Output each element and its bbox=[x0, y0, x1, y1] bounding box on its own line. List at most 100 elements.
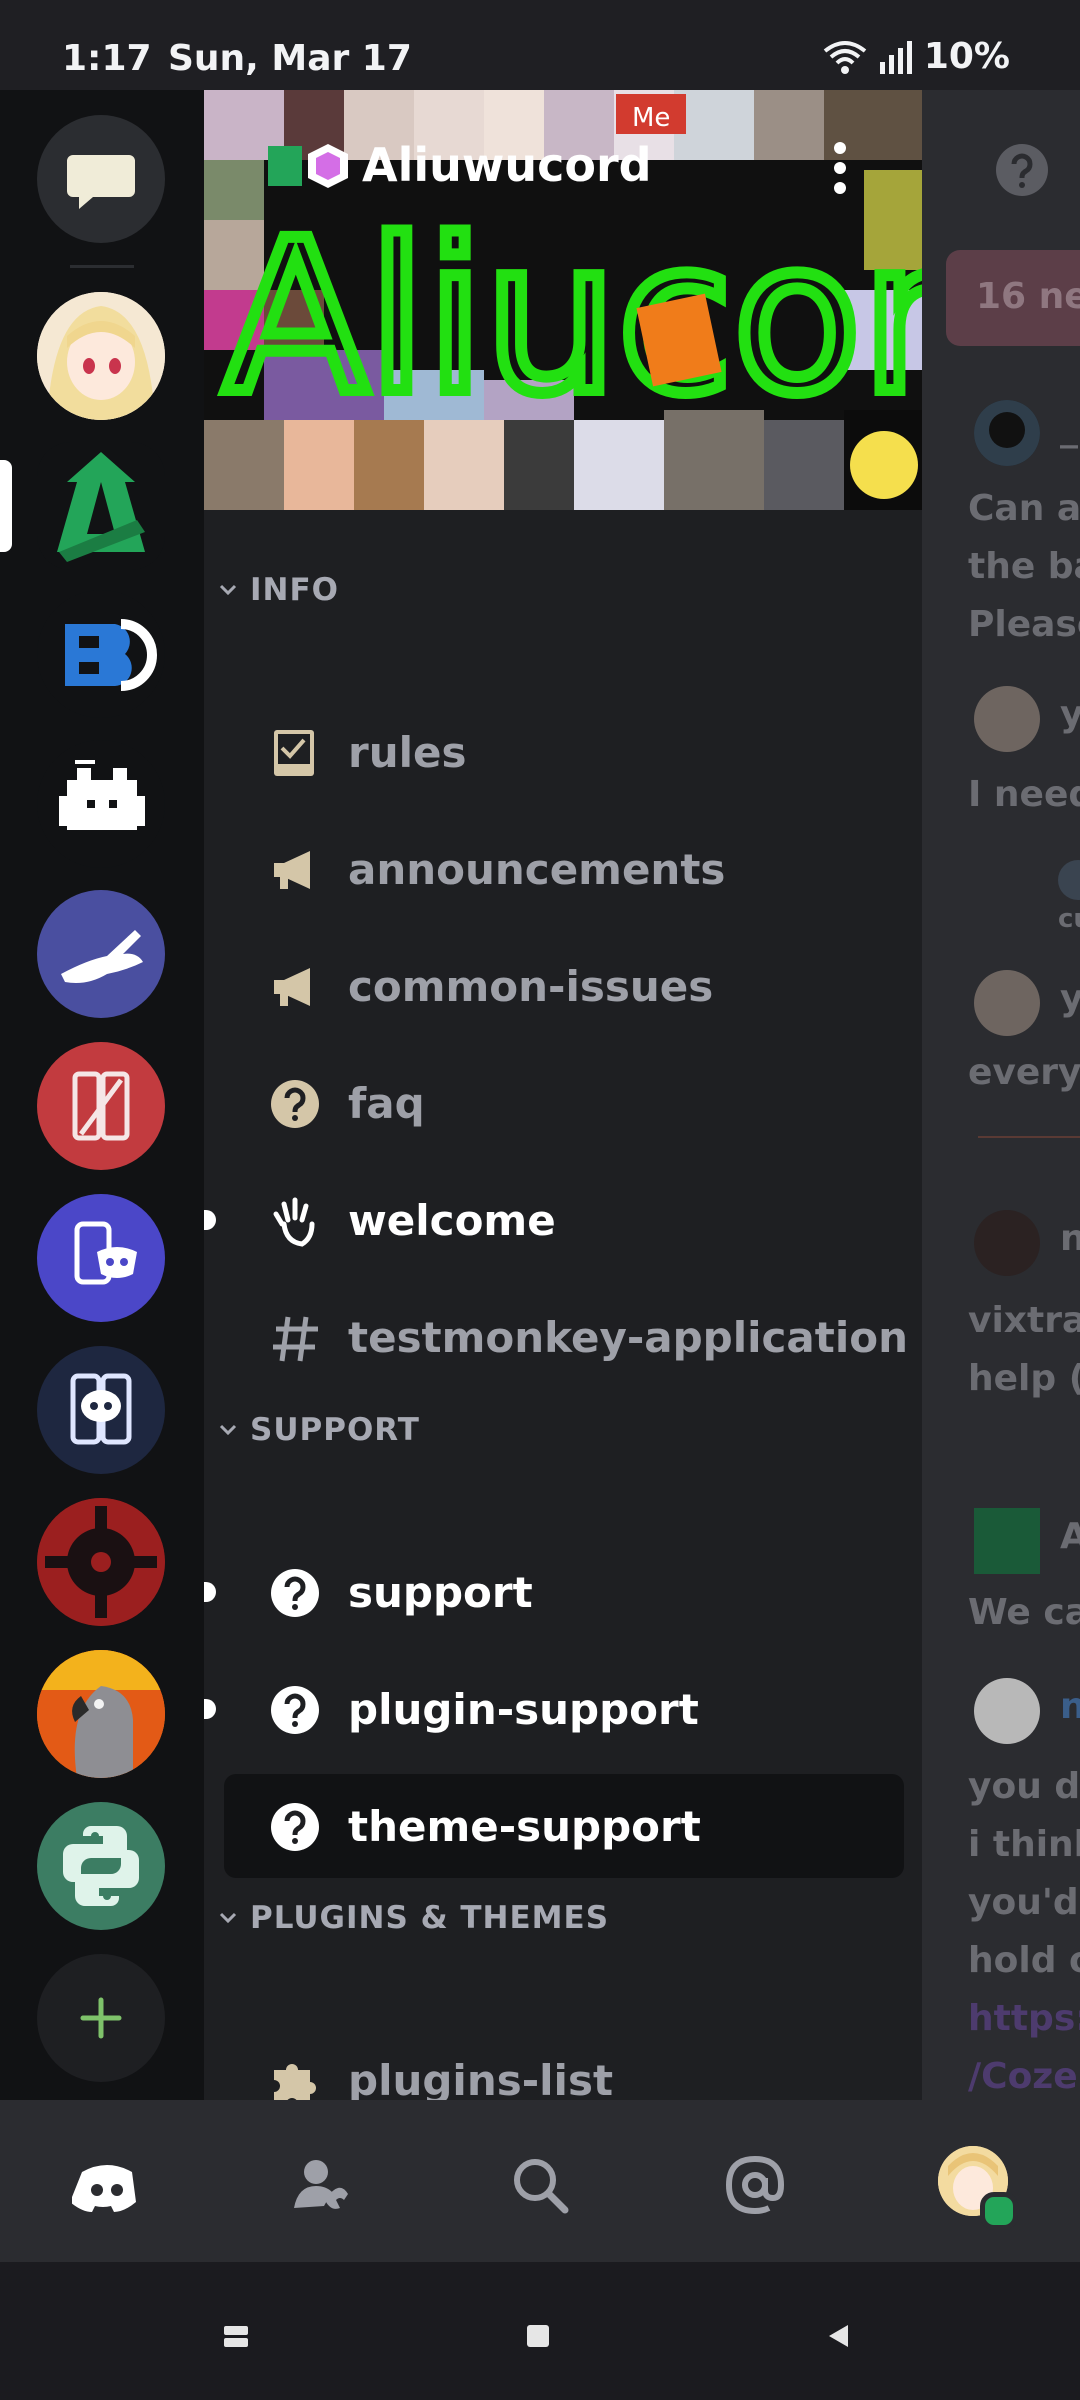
channel-label: support bbox=[348, 1568, 533, 1617]
rail-separator bbox=[70, 265, 134, 268]
message-line: you'd bbox=[968, 1882, 1079, 1923]
server-menu-kebab-icon[interactable] bbox=[830, 142, 850, 194]
channel-label: plugins-list bbox=[348, 2056, 614, 2100]
server-name[interactable]: Aliuwucord bbox=[362, 138, 652, 192]
message-link[interactable]: /Coze bbox=[968, 2056, 1078, 2097]
channel-theme-support[interactable]: theme-support bbox=[224, 1774, 904, 1878]
author-name: _ bbox=[1060, 408, 1078, 449]
author-name: n bbox=[1060, 1686, 1080, 1727]
rules-icon bbox=[274, 730, 314, 776]
avatar[interactable] bbox=[974, 1508, 1040, 1574]
message-line: every bbox=[968, 1052, 1080, 1093]
server-icon-pixel-cat[interactable] bbox=[37, 740, 165, 868]
channel-faq[interactable]: faq bbox=[224, 1051, 904, 1155]
question-icon bbox=[271, 1686, 319, 1734]
server-icon-discord-phone[interactable] bbox=[37, 1194, 165, 1322]
category-label: INFO bbox=[250, 572, 340, 608]
avatar[interactable] bbox=[974, 970, 1040, 1036]
message-line: the ba bbox=[968, 546, 1080, 587]
b-logo-icon bbox=[65, 619, 157, 691]
wifi-icon bbox=[823, 40, 867, 74]
category-label: SUPPORT bbox=[250, 1412, 420, 1448]
channel-label: welcome bbox=[348, 1196, 556, 1245]
author-name: y bbox=[1060, 694, 1080, 735]
server-icon-python[interactable] bbox=[37, 1802, 165, 1930]
avatar[interactable] bbox=[974, 1678, 1040, 1744]
pixel-cat-icon bbox=[59, 760, 145, 830]
chat-bubble-icon bbox=[67, 155, 135, 209]
search-icon[interactable] bbox=[505, 2150, 575, 2220]
category-plugins-themes[interactable]: PLUGINS & THEMES bbox=[218, 1900, 609, 1936]
message-line: Can ar bbox=[968, 488, 1080, 529]
add-server-button[interactable] bbox=[37, 1954, 165, 2082]
sharingan-icon bbox=[37, 1498, 165, 1626]
message-line: you di bbox=[968, 1766, 1080, 1807]
message-line: i think bbox=[968, 1824, 1080, 1865]
channel-support[interactable]: support bbox=[204, 1540, 904, 1644]
message-line: help (i bbox=[968, 1358, 1080, 1399]
help-icon[interactable] bbox=[992, 140, 1052, 200]
message-link[interactable]: https:/ bbox=[968, 1998, 1080, 2039]
channel-welcome[interactable]: welcome bbox=[204, 1168, 904, 1272]
server-icon-sharingan[interactable] bbox=[37, 1498, 165, 1626]
channel-label: testmonkey-application bbox=[348, 1313, 908, 1362]
message-line: hold o bbox=[968, 1940, 1080, 1981]
category-support[interactable]: SUPPORT bbox=[218, 1412, 420, 1448]
new-messages-bar[interactable]: 16 ne bbox=[946, 250, 1080, 346]
dark-phones-icon bbox=[70, 1373, 132, 1445]
rabbit-icon bbox=[61, 930, 143, 983]
mentions-icon[interactable] bbox=[720, 2150, 790, 2220]
friends-icon[interactable] bbox=[290, 2150, 360, 2220]
hash-icon bbox=[273, 1316, 318, 1362]
direct-messages-button[interactable] bbox=[37, 115, 165, 243]
server-banner: Me Aliucord bbox=[204, 90, 922, 510]
question-icon bbox=[271, 1080, 319, 1128]
new-divider bbox=[978, 1136, 1080, 1138]
avatar[interactable] bbox=[974, 686, 1040, 752]
message-line: We ca bbox=[968, 1592, 1080, 1633]
back-icon[interactable] bbox=[824, 2322, 852, 2350]
avatar[interactable] bbox=[974, 400, 1040, 466]
discord-home-icon[interactable] bbox=[72, 2150, 142, 2220]
channel-label: plugin-support bbox=[348, 1685, 699, 1734]
channel-label: theme-support bbox=[348, 1802, 701, 1851]
category-info[interactable]: INFO bbox=[218, 572, 339, 608]
chevron-down-icon bbox=[219, 1424, 237, 1436]
server-icon-anime-girl[interactable] bbox=[37, 292, 165, 420]
server-icon-rabbit[interactable] bbox=[37, 890, 165, 1018]
server-icon-parrot[interactable] bbox=[37, 1650, 165, 1778]
home-icon[interactable] bbox=[524, 2322, 552, 2350]
reply-avatar bbox=[1058, 860, 1080, 900]
avatar[interactable] bbox=[974, 1210, 1040, 1276]
question-icon bbox=[271, 1569, 319, 1617]
plus-icon bbox=[80, 1997, 122, 2039]
server-rail bbox=[0, 90, 204, 2100]
banner-stamp-text: Me bbox=[632, 103, 670, 133]
message-line: vixtra bbox=[968, 1300, 1080, 1341]
channel-common-issues[interactable]: common-issues bbox=[224, 934, 904, 1038]
chat-panel-peek[interactable]: 16 ne _ Can ar the ba Please y I need cu… bbox=[922, 90, 1080, 2100]
server-icon-aliucord[interactable] bbox=[37, 442, 165, 570]
recents-icon[interactable] bbox=[222, 2322, 250, 2350]
channel-announcements[interactable]: announcements bbox=[224, 817, 904, 921]
chevron-down-icon bbox=[219, 1912, 237, 1924]
channel-rules[interactable]: rules bbox=[224, 700, 904, 804]
banner-logo-text: Aliucord bbox=[224, 195, 922, 440]
question-icon bbox=[271, 1803, 319, 1851]
channel-plugin-support[interactable]: plugin-support bbox=[204, 1657, 904, 1761]
server-icon-b[interactable] bbox=[37, 590, 165, 718]
chevron-down-icon bbox=[219, 584, 237, 596]
server-icon-red-phones[interactable] bbox=[37, 1042, 165, 1170]
clock: 1:17 bbox=[62, 38, 152, 79]
anime-avatar-icon bbox=[37, 292, 165, 420]
server-icon-dark-phones[interactable] bbox=[37, 1346, 165, 1474]
avatar-image bbox=[974, 400, 1040, 466]
message-line: I need bbox=[968, 774, 1080, 815]
reply-snippet: cu bbox=[1058, 904, 1080, 934]
channel-label: rules bbox=[348, 728, 467, 777]
signal-icon bbox=[879, 40, 912, 74]
channel-testmonkey-application[interactable]: testmonkey-application bbox=[224, 1285, 908, 1389]
megaphone-icon bbox=[274, 851, 310, 889]
channel-plugins-list[interactable]: plugins-list bbox=[224, 2028, 904, 2100]
author-name: A bbox=[1060, 1516, 1080, 1557]
